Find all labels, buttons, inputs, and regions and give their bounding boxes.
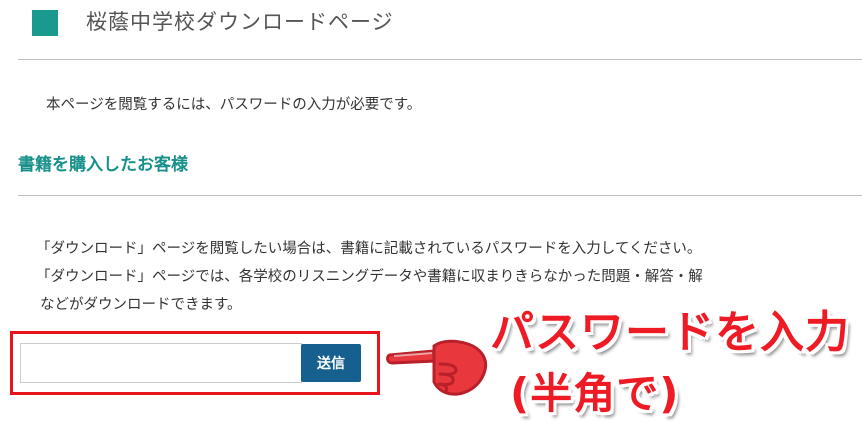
annotation-callout: (半角で) — [510, 369, 680, 418]
description-line: 「ダウンロード」ページでは、各学校のリスニングデータや書籍に収まりきらなかった問… — [36, 269, 703, 285]
divider — [18, 195, 862, 196]
section-heading: 書籍を購入したお客様 — [18, 155, 188, 175]
page-title: 桜蔭中学校ダウンロードページ — [86, 10, 394, 34]
description-line: などがダウンロードできます。 — [40, 297, 242, 313]
submit-button[interactable]: 送信 — [301, 344, 361, 382]
password-input[interactable] — [20, 343, 302, 383]
intro-text: 本ページを閲覧するには、パスワードの入力が必要です。 — [46, 97, 422, 113]
annotation-callout: パスワードを入力 — [490, 307, 850, 358]
divider — [18, 59, 862, 60]
description-line: 「ダウンロード」ページを閲覧したい場合は、書籍に記載されているパスワードを入力し… — [36, 241, 702, 257]
header-accent-block — [32, 10, 58, 36]
pointing-hand-icon — [386, 339, 488, 396]
